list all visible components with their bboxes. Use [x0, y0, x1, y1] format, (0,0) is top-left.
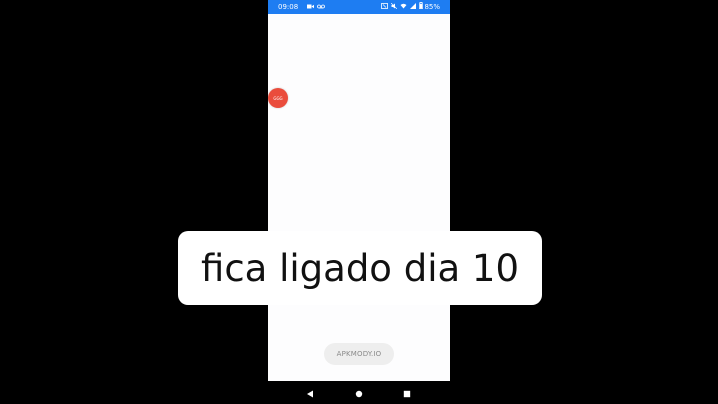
home-circle-icon: [355, 383, 363, 402]
video-frame: 09:08 85% GGG APKMODY.IO fica ligado dia…: [0, 0, 718, 404]
video-caption-box: fica ligado dia 10: [178, 231, 542, 305]
floating-bubble-button[interactable]: GGG: [268, 88, 288, 108]
recents-square-icon: [403, 383, 411, 402]
voicemail-icon: [317, 0, 326, 14]
phone-screen: 09:08 85% GGG APKMODY.IO: [268, 0, 450, 404]
floating-bubble-label: GGG: [273, 95, 283, 101]
app-content: GGG APKMODY.IO: [268, 14, 450, 381]
back-button[interactable]: [304, 386, 316, 398]
video-caption-text: fica ligado dia 10: [201, 246, 519, 290]
navigation-bar: [268, 381, 450, 404]
video-camera-icon: [307, 0, 315, 14]
watermark-label: APKMODY.IO: [336, 350, 382, 358]
status-left: 09:08: [278, 0, 326, 14]
back-triangle-icon: [306, 383, 314, 402]
battery-percent: 85%: [424, 3, 440, 11]
status-right: 85%: [378, 0, 440, 14]
nfc-icon: [381, 0, 389, 14]
watermark-badge: APKMODY.IO: [324, 343, 394, 365]
wifi-icon: [400, 0, 407, 14]
signal-icon: [410, 0, 417, 14]
home-button[interactable]: [353, 386, 365, 398]
status-bar: 09:08 85%: [268, 0, 450, 14]
battery-icon: [419, 0, 424, 14]
status-time: 09:08: [278, 3, 299, 11]
recents-button[interactable]: [401, 386, 413, 398]
mute-icon: [391, 0, 398, 14]
